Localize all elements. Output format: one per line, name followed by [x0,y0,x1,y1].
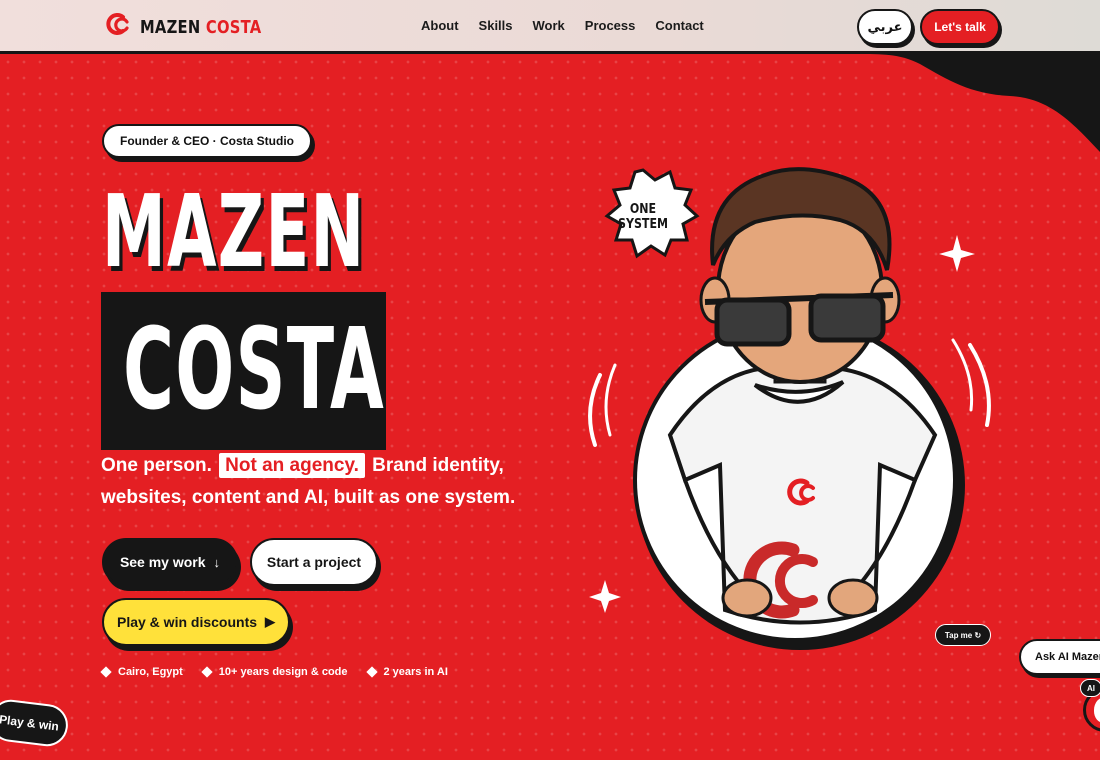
nav-link-contact[interactable]: Contact [655,18,703,33]
tagline-highlight: Not an agency. [219,453,365,478]
role-badge: Founder & CEO · Costa Studio [102,124,312,158]
nav-link-work[interactable]: Work [533,18,565,33]
logo-text-second: COSTA [205,16,262,38]
nav-link-about[interactable]: About [421,18,459,33]
hero-name-second: COSTA [123,305,385,435]
hero-meta-row: Cairo, Egypt 10+ years design & code 2 y… [100,666,448,678]
tap-me-button[interactable]: Tap me ↻ [935,624,991,646]
tagline-start: One person. [101,455,212,476]
cc-loop-icon [101,9,133,45]
meta-experience: 10+ years design & code [201,666,348,678]
ai-badge: AI [1080,679,1100,697]
hero-tagline: One person. Not an agency. Brand identit… [101,450,521,514]
logo-text-first: MAZEN [140,16,201,38]
start-project-button[interactable]: Start a project [250,538,378,586]
ask-ai-button[interactable]: Ask AI Mazen [1019,639,1100,675]
diamond-icon [100,666,112,678]
nav-link-skills[interactable]: Skills [479,18,513,33]
hero-name-box: COSTA [101,292,386,450]
nav-link-process[interactable]: Process [585,18,636,33]
lets-talk-button[interactable]: Let's talk [920,9,1000,45]
meta-location: Cairo, Egypt [100,666,183,678]
hero-name-first: MAZEN [102,173,366,290]
meta-location-text: Cairo, Egypt [118,666,183,678]
play-icon: ▶ [265,614,276,629]
diamond-icon [365,666,378,678]
black-wave-decoration [855,54,1100,152]
see-my-work-label: See my work [119,554,206,570]
start-project-label: Start a project [266,554,362,570]
meta-ai-text: 2 years in AI [383,666,448,678]
language-toggle-button[interactable]: عربي [857,9,913,45]
logo[interactable]: MAZEN COSTA [101,10,288,44]
logo-text: MAZEN COSTA [140,17,261,38]
one-system-sticker: ONE SYSTEM [617,202,668,232]
meta-experience-text: 10+ years design & code [218,666,348,678]
see-my-work-button[interactable]: See my work ↓ [102,538,238,586]
arrow-down-icon: ↓ [213,554,221,570]
play-win-discounts-label: Play & win discounts [116,614,258,630]
diamond-icon [201,666,213,678]
meta-ai: 2 years in AI [365,666,448,678]
play-win-discounts-button[interactable]: Play & win discounts ▶ [102,598,290,646]
navbar: MAZEN COSTA About Skills Work Process Co… [0,0,1100,54]
nav-links: About Skills Work Process Contact [421,18,704,33]
